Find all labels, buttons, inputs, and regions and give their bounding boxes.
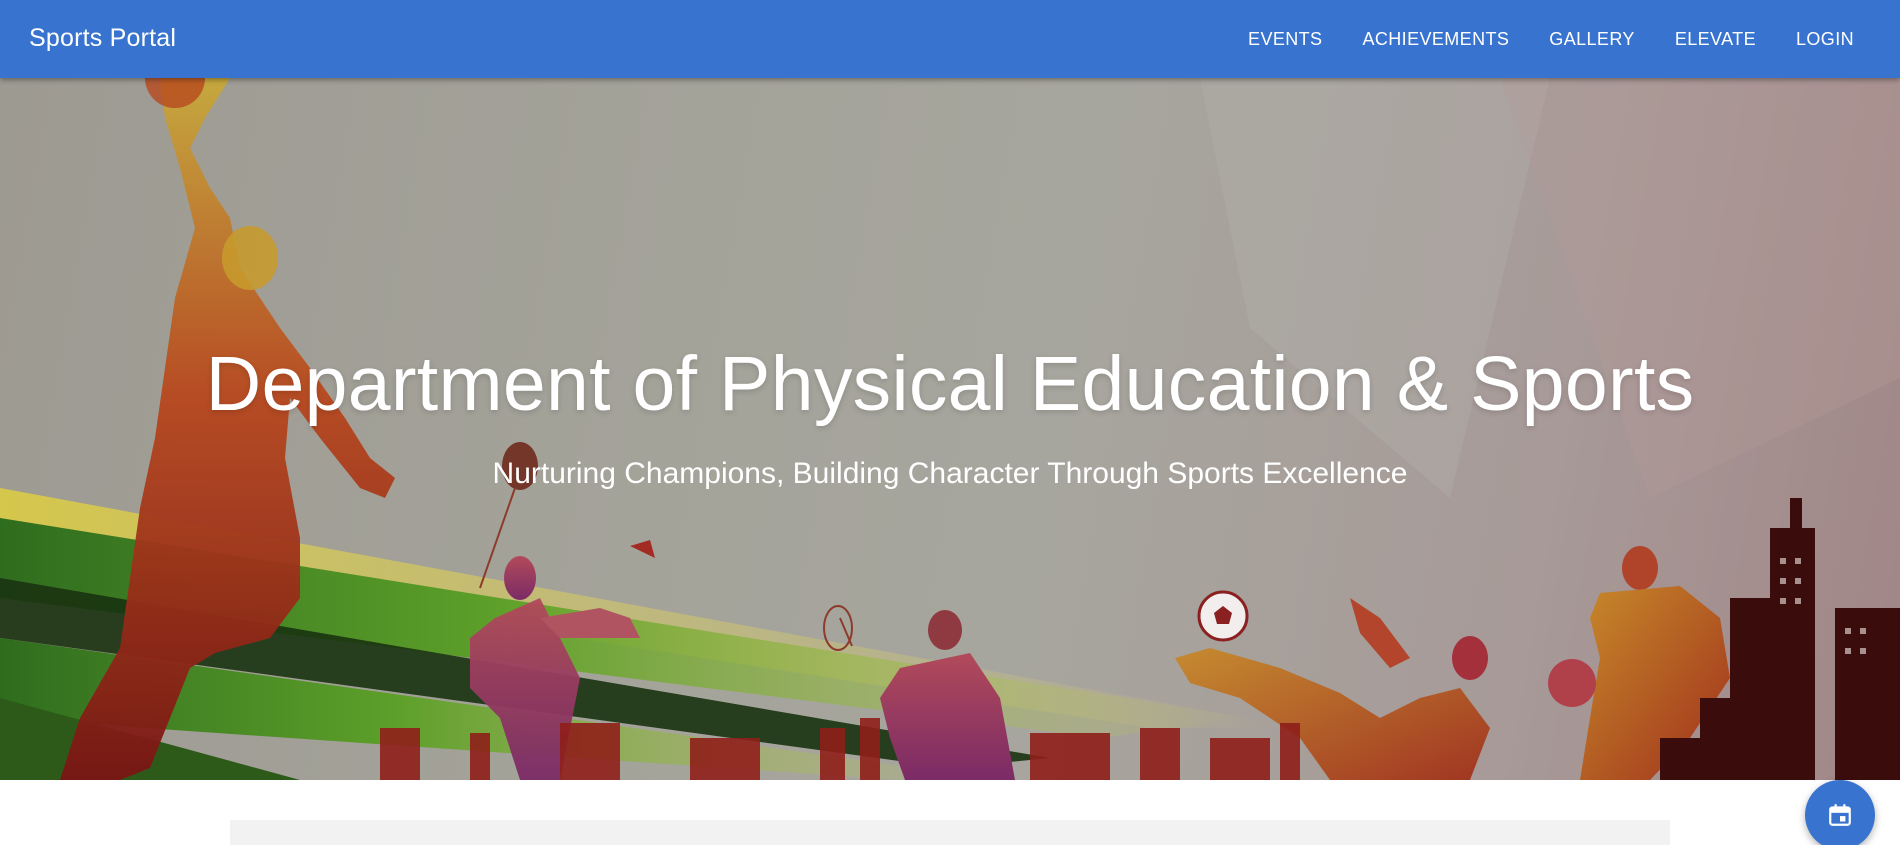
nav-gallery[interactable]: GALLERY [1529, 19, 1655, 60]
content-panel [230, 820, 1670, 845]
nav-events[interactable]: EVENTS [1228, 19, 1342, 60]
hero-subtitle: Nurturing Champions, Building Character … [492, 457, 1408, 490]
calendar-fab-button[interactable] [1805, 780, 1875, 845]
hero-title: Department of Physical Education & Sport… [205, 341, 1695, 427]
hero-background-image [0, 78, 1900, 780]
nav-login[interactable]: LOGIN [1776, 19, 1874, 60]
main-nav: EVENTS ACHIEVEMENTS GALLERY ELEVATE LOGI… [1228, 0, 1874, 78]
nav-elevate[interactable]: ELEVATE [1655, 19, 1776, 60]
app-bar: Sports Portal EVENTS ACHIEVEMENTS GALLER… [0, 0, 1900, 78]
brand-title[interactable]: Sports Portal [29, 24, 176, 53]
nav-achievements[interactable]: ACHIEVEMENTS [1342, 19, 1529, 60]
calendar-icon [1829, 804, 1851, 826]
hero-banner: Department of Physical Education & Sport… [0, 78, 1900, 780]
